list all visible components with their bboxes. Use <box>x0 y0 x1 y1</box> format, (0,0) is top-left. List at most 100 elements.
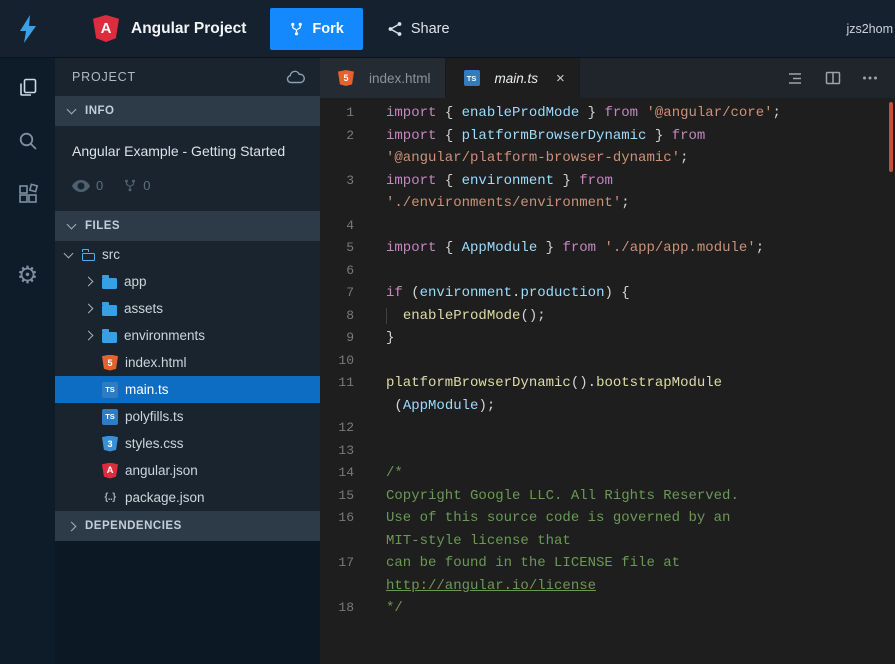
line-number: 3 <box>346 172 354 188</box>
file-item-app[interactable]: app <box>55 268 320 295</box>
editor-pane: index.html main.ts × <box>320 58 895 664</box>
chevron-down-icon <box>66 104 77 115</box>
file-item-main.ts[interactable]: main.ts <box>55 376 320 403</box>
line-number: 4 <box>346 217 354 233</box>
code-line: 17 can be found in the LICENSE file at <box>320 552 895 575</box>
angular-icon <box>102 462 118 479</box>
share-button[interactable]: Share <box>387 21 450 37</box>
tab-label: main.ts <box>494 70 539 86</box>
code-line: 3 import { environment } from <box>320 170 895 193</box>
cloud-icon[interactable] <box>286 70 306 85</box>
code-line: 12 <box>320 417 895 440</box>
section-dependencies[interactable]: DEPENDENCIES <box>55 511 320 541</box>
split-editor-icon[interactable] <box>823 68 843 88</box>
line-number: 10 <box>338 352 354 368</box>
code-editor[interactable]: 1 import { enableProdMode } from '@angula… <box>320 98 895 664</box>
line-number: 17 <box>338 555 354 570</box>
project-panel-header: PROJECT <box>55 58 320 96</box>
forks-count-icon <box>125 179 136 192</box>
line-number: 1 <box>346 105 354 120</box>
line-number <box>320 395 386 418</box>
file-name: src <box>102 247 120 262</box>
settings-gear-icon[interactable]: ⚙ <box>15 262 41 288</box>
project-stats: 0 0 <box>72 178 304 193</box>
fork-icon <box>291 22 303 35</box>
share-button-label: Share <box>410 20 450 37</box>
line-number: 14 <box>338 465 354 480</box>
ts-icon <box>102 408 118 425</box>
chevron-right-icon <box>83 330 94 341</box>
code-line: 13 <box>320 440 895 463</box>
section-info[interactable]: INFO <box>55 96 320 126</box>
editor-scrollbar[interactable] <box>885 98 895 664</box>
tab-index-html[interactable]: index.html <box>320 58 446 98</box>
overview-ruler-marker <box>889 102 893 172</box>
line-number: 16 <box>338 510 354 525</box>
file-item-src[interactable]: src <box>55 241 320 268</box>
fork-button-label: Fork <box>312 20 344 37</box>
code-line: 15 Copyright Google LLC. All Rights Reser… <box>320 485 895 508</box>
ellipsis-icon[interactable] <box>861 69 879 87</box>
close-tab-icon[interactable]: × <box>556 71 565 86</box>
tab-bar: index.html main.ts × <box>320 58 895 98</box>
user-name[interactable]: jzs2hom <box>846 22 893 36</box>
line-number: 15 <box>338 487 354 503</box>
file-tree: srcapp assets environments index.html main.t… <box>55 241 320 511</box>
file-name: index.html <box>125 355 187 370</box>
line-number: 12 <box>338 420 354 435</box>
code-line: 6 <box>320 260 895 283</box>
section-files[interactable]: FILES <box>55 211 320 241</box>
code-line: 5 import { AppModule } from './app/app.mo… <box>320 237 895 260</box>
line-number: 5 <box>346 240 354 255</box>
code-line: './environments/environment'; <box>320 192 895 215</box>
tab-label: index.html <box>369 70 431 86</box>
views-count: 0 <box>96 178 104 193</box>
project-files-icon[interactable] <box>15 74 41 100</box>
code-line: 10 <box>320 350 895 373</box>
chevron-right-icon <box>83 303 94 314</box>
fork-button[interactable]: Fork <box>270 7 363 50</box>
html-icon <box>102 354 118 371</box>
line-number: 11 <box>338 375 354 390</box>
json-icon <box>102 490 118 506</box>
line-number <box>320 147 386 170</box>
code-line: 18 */ <box>320 597 895 620</box>
search-icon[interactable] <box>15 128 41 154</box>
code-line: 8 enableProdMode(); <box>320 305 895 328</box>
menu-lines-icon[interactable] <box>785 68 805 88</box>
folder-icon <box>102 329 117 343</box>
file-name: main.ts <box>125 382 169 397</box>
ts-file-icon <box>463 70 480 86</box>
topbar: A Angular Project Fork Share jzs2hom <box>0 0 895 58</box>
project-title[interactable]: Angular Project <box>131 20 246 38</box>
code-line: 1 import { enableProdMode } from '@angula… <box>320 102 895 125</box>
line-number: 8 <box>346 307 354 323</box>
file-name: environments <box>124 328 206 343</box>
stackblitz-logo[interactable] <box>0 14 55 43</box>
code-line: MIT-style license that <box>320 530 895 553</box>
eye-icon <box>72 179 90 192</box>
file-item-assets[interactable]: assets <box>55 295 320 322</box>
project-panel-label: PROJECT <box>72 70 136 84</box>
file-name: app <box>124 274 147 289</box>
folder-icon <box>102 302 117 316</box>
file-item-package.json[interactable]: package.json <box>55 484 320 511</box>
file-item-styles.css[interactable]: styles.css <box>55 430 320 457</box>
file-name: styles.css <box>125 436 184 451</box>
code-line: (AppModule); <box>320 395 895 418</box>
code-line: 11 platformBrowserDynamic().bootstrapModu… <box>320 372 895 395</box>
folder-icon <box>102 275 117 289</box>
tab-main-ts[interactable]: main.ts × <box>445 58 580 98</box>
file-name: package.json <box>125 490 205 505</box>
file-item-angular.json[interactable]: angular.json <box>55 457 320 484</box>
extensions-icon[interactable] <box>15 182 41 208</box>
line-number <box>320 530 386 553</box>
sidebar: PROJECT INFO Angular Example - Getting S… <box>55 58 320 664</box>
project-description: Angular Example - Getting Started <box>72 143 286 159</box>
activity-bar: ⚙ <box>0 58 55 664</box>
line-number: 7 <box>346 285 354 300</box>
file-item-polyfills.ts[interactable]: polyfills.ts <box>55 403 320 430</box>
file-name: polyfills.ts <box>125 409 184 424</box>
file-item-environments[interactable]: environments <box>55 322 320 349</box>
file-item-index.html[interactable]: index.html <box>55 349 320 376</box>
